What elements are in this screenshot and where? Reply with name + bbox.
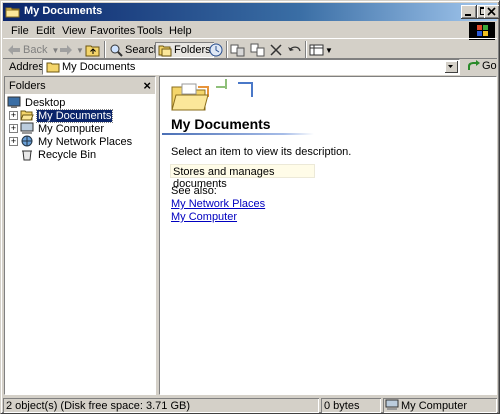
tree-item-label: Recycle Bin bbox=[38, 148, 97, 161]
back-label: Back bbox=[23, 44, 48, 56]
content-pane: My Documents Select an item to view its … bbox=[159, 76, 497, 395]
tree-item-desktop[interactable]: Desktop bbox=[7, 96, 66, 109]
tree-expander[interactable]: + bbox=[9, 124, 18, 133]
folder-icon bbox=[46, 62, 60, 73]
delete-button[interactable] bbox=[269, 42, 283, 58]
minimize-button[interactable] bbox=[461, 5, 477, 19]
menu-help[interactable]: Help bbox=[169, 25, 192, 37]
views-dropdown-icon: ▼ bbox=[325, 45, 333, 55]
tree-item-label: My Documents bbox=[35, 108, 114, 123]
close-icon bbox=[487, 7, 496, 16]
status-size: 0 bytes bbox=[321, 398, 381, 413]
folders-label: Folders bbox=[174, 44, 211, 56]
move-to-button[interactable] bbox=[230, 42, 246, 58]
address-bar: Address My Documents Go bbox=[3, 58, 497, 75]
search-icon bbox=[110, 44, 123, 57]
status-zone: My Computer bbox=[383, 398, 497, 413]
undo-button[interactable] bbox=[287, 42, 303, 58]
menu-file[interactable]: File bbox=[11, 25, 29, 37]
window-title: My Documents bbox=[24, 5, 103, 17]
forward-button[interactable]: ▼ bbox=[59, 42, 84, 58]
history-icon bbox=[209, 43, 223, 57]
up-folder-icon bbox=[85, 45, 100, 57]
forward-arrow-icon bbox=[60, 45, 72, 55]
tree-item-my-computer[interactable]: My Computer bbox=[20, 122, 105, 135]
go-button[interactable]: Go bbox=[466, 60, 497, 72]
folder-banner-icon bbox=[171, 79, 253, 111]
undo-icon bbox=[288, 46, 301, 52]
computer-icon bbox=[20, 122, 34, 134]
go-arrow-icon bbox=[468, 60, 480, 70]
menu-tools[interactable]: Tools bbox=[137, 25, 163, 37]
views-icon bbox=[309, 44, 324, 56]
history-button[interactable] bbox=[208, 42, 224, 58]
title-divider bbox=[162, 133, 314, 135]
copy-to-button[interactable] bbox=[250, 42, 266, 58]
close-button[interactable] bbox=[484, 5, 500, 19]
delete-icon bbox=[270, 44, 282, 56]
status-bar: 2 object(s) (Disk free space: 3.71 GB) 0… bbox=[3, 397, 497, 413]
address-dropdown-button[interactable] bbox=[445, 61, 458, 73]
status-zone-label: My Computer bbox=[401, 400, 468, 412]
tree-item-label: My Computer bbox=[38, 122, 105, 135]
folder-description: Stores and manages documents bbox=[170, 164, 315, 190]
folders-pane-header: Folders × bbox=[5, 77, 155, 94]
tree-item-recycle-bin[interactable]: Recycle Bin bbox=[20, 148, 97, 161]
standard-toolbar: Back ▼ ▼ Search Folders ▼ bbox=[3, 38, 497, 58]
views-button[interactable]: ▼ bbox=[309, 42, 333, 58]
address-field[interactable]: My Documents bbox=[42, 59, 460, 75]
search-button[interactable]: Search bbox=[109, 42, 160, 58]
toolbar-separator bbox=[104, 41, 106, 58]
recycle-bin-icon bbox=[22, 150, 32, 161]
chevron-down-icon bbox=[448, 65, 453, 68]
desktop-icon bbox=[7, 96, 21, 108]
toolbar-separator bbox=[226, 41, 228, 58]
minimize-icon bbox=[465, 14, 471, 16]
link-my-computer[interactable]: My Computer bbox=[171, 211, 237, 223]
status-objects: 2 object(s) (Disk free space: 3.71 GB) bbox=[3, 398, 319, 413]
explorer-window: My Documents File Edit View Favorites To… bbox=[0, 0, 500, 414]
select-prompt: Select an item to view its description. bbox=[171, 146, 352, 158]
folder-icon bbox=[5, 7, 20, 18]
tree-item-my-documents[interactable]: My Documents bbox=[20, 108, 114, 123]
folders-icon bbox=[158, 45, 172, 56]
link-my-network-places[interactable]: My Network Places bbox=[171, 198, 265, 210]
menu-edit[interactable]: Edit bbox=[36, 25, 55, 37]
content-title: My Documents bbox=[171, 116, 271, 132]
back-button[interactable]: Back ▼ bbox=[7, 42, 59, 58]
back-arrow-icon bbox=[8, 45, 20, 55]
see-also-label: See also: bbox=[171, 185, 217, 197]
move-to-icon bbox=[230, 44, 245, 57]
tree-item-label: Desktop bbox=[25, 96, 66, 109]
close-icon[interactable]: × bbox=[143, 78, 151, 93]
up-folder-button[interactable] bbox=[85, 42, 101, 58]
toolbar-separator bbox=[305, 41, 307, 58]
go-label: Go bbox=[482, 60, 497, 72]
folders-pane: Folders × Desktop + My Documents + My Co… bbox=[4, 76, 156, 395]
folder-open-icon bbox=[20, 110, 34, 121]
network-icon bbox=[21, 135, 33, 147]
folders-pane-title: Folders bbox=[9, 80, 46, 92]
tree-expander[interactable]: + bbox=[9, 111, 18, 120]
folders-button[interactable]: Folders bbox=[155, 42, 214, 58]
tree-expander[interactable]: + bbox=[9, 137, 18, 146]
title-bar[interactable]: My Documents bbox=[3, 3, 497, 21]
menu-view[interactable]: View bbox=[62, 25, 86, 37]
address-value: My Documents bbox=[62, 61, 136, 73]
computer-icon bbox=[385, 399, 399, 410]
tree-item-my-network-places[interactable]: My Network Places bbox=[20, 135, 133, 148]
menu-favorites[interactable]: Favorites bbox=[90, 25, 135, 37]
tree-item-label: My Network Places bbox=[38, 135, 133, 148]
forward-dropdown-icon: ▼ bbox=[76, 45, 84, 55]
copy-to-icon bbox=[250, 43, 265, 57]
